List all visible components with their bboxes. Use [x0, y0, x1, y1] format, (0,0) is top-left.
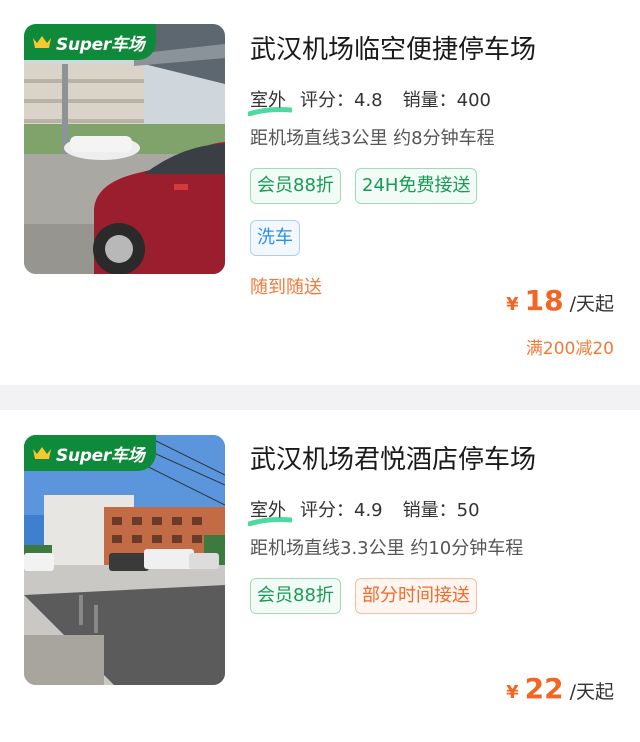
parking-lot-card[interactable]: Super车场 武汉机场君悦酒店停车场 室外 评分：4.9 销量：50 距机场直…: [0, 410, 640, 742]
rating-label: 评分：: [300, 500, 354, 521]
parking-type-label: 室外: [250, 90, 286, 111]
sales-value: 400: [456, 90, 491, 111]
price-unit: /天起: [569, 293, 614, 315]
sales-label: 销量：: [402, 90, 457, 111]
price-unit: /天起: [569, 681, 614, 703]
sales: 销量：50: [403, 496, 480, 522]
rating-value: 4.8: [354, 90, 383, 111]
parking-type-label: 室外: [250, 500, 286, 521]
parking-photo-image: [24, 435, 225, 685]
parking-lot-photo[interactable]: Super车场: [24, 435, 225, 685]
tag-car-wash: 洗车: [250, 220, 300, 256]
badge-label: Super车场: [56, 34, 145, 55]
parking-lot-name[interactable]: 武汉机场临空便捷停车场: [250, 29, 536, 66]
super-parking-badge: Super车场: [24, 435, 156, 471]
tag-free-shuttle: 24H免费接送: [355, 168, 478, 204]
parking-type: 室外: [248, 496, 292, 526]
service-note: 随到随送: [250, 277, 322, 298]
currency-symbol: ¥: [506, 682, 519, 703]
crown-icon: [33, 447, 51, 459]
parking-lot-meta: 室外 评分：4.8 销量：400: [248, 86, 491, 116]
price: ¥ 18 /天起: [506, 284, 614, 317]
price-value: 18: [524, 284, 564, 317]
tag-member-discount: 会员88折: [250, 578, 341, 614]
sales-value: 50: [456, 500, 480, 521]
crown-icon: [33, 36, 51, 48]
parking-type: 室外: [248, 86, 292, 116]
parking-lot-name[interactable]: 武汉机场君悦酒店停车场: [250, 439, 536, 476]
parking-lot-photo[interactable]: Super车场: [24, 24, 225, 274]
rating-label: 评分：: [300, 90, 354, 111]
tag-member-discount: 会员88折: [250, 168, 341, 204]
rating: 评分：4.9: [300, 496, 383, 522]
parking-lot-meta: 室外 评分：4.9 销量：50: [248, 496, 480, 526]
sales: 销量：400: [403, 86, 491, 112]
super-parking-badge: Super车场: [24, 24, 156, 60]
tag-partial-shuttle: 部分时间接送: [355, 578, 477, 614]
badge-label: Super车场: [56, 445, 145, 466]
distance-info: 距机场直线3.3公里 约10分钟车程: [250, 538, 524, 559]
price: ¥ 22 /天起: [506, 672, 614, 705]
price-value: 22: [524, 672, 564, 705]
sales-label: 销量：: [402, 500, 457, 521]
discount-offer: 满200减20: [525, 339, 614, 359]
rating: 评分：4.8: [300, 86, 383, 112]
distance-info: 距机场直线3公里 约8分钟车程: [250, 128, 495, 149]
parking-lot-card[interactable]: Super车场 武汉机场临空便捷停车场 室外 评分：4.8 销量：400 距机场…: [0, 0, 640, 385]
currency-symbol: ¥: [506, 294, 519, 315]
parking-lot-list: Super车场 武汉机场临空便捷停车场 室外 评分：4.8 销量：400 距机场…: [0, 0, 640, 742]
rating-value: 4.9: [354, 500, 383, 521]
parking-photo-image: [24, 24, 225, 274]
